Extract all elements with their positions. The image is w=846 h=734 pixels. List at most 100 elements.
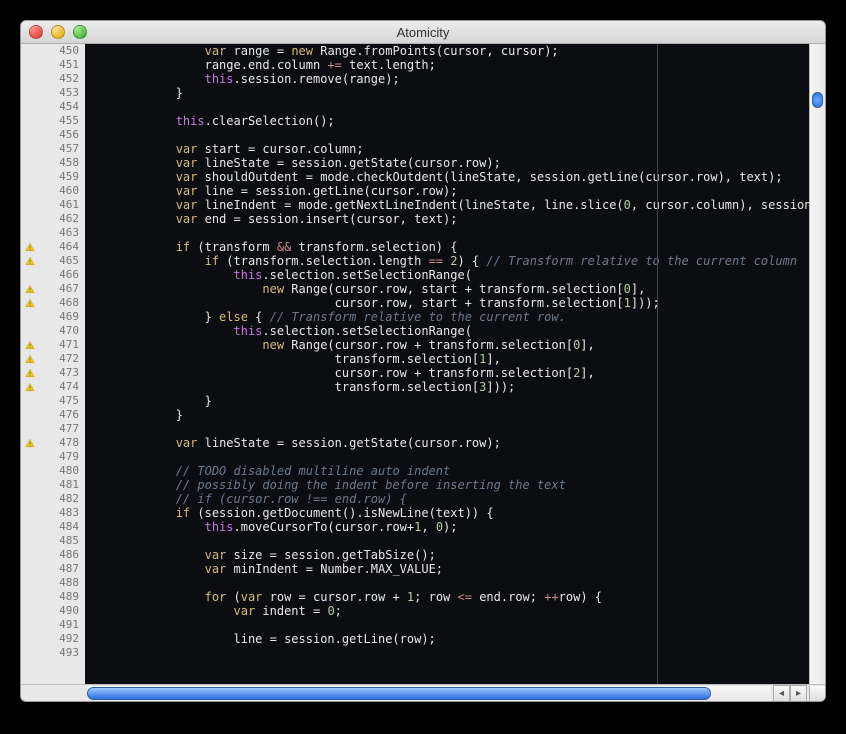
code-line[interactable]: cursor.row + transform.selection[2],	[89, 366, 825, 380]
line-number: 465	[23, 254, 79, 268]
code-line[interactable]: this.clearSelection();	[89, 114, 825, 128]
resize-corner[interactable]	[809, 686, 825, 701]
line-number: 453	[23, 86, 79, 100]
line-number: 477	[23, 422, 79, 436]
code-line[interactable]: this.session.remove(range);	[89, 72, 825, 86]
code-line[interactable]	[89, 450, 825, 464]
code-line[interactable]: // if (cursor.row !== end.row) {	[89, 492, 825, 506]
code-line[interactable]: cursor.row, start + transform.selection[…	[89, 296, 825, 310]
code-line[interactable]: if (transform && transform.selection) {	[89, 240, 825, 254]
line-number: 482	[23, 492, 79, 506]
code-line[interactable]: new Range(cursor.row + transform.selecti…	[89, 338, 825, 352]
code-line[interactable]: var shouldOutdent = mode.checkOutdent(li…	[89, 170, 825, 184]
code-line[interactable]	[89, 534, 825, 548]
code-line[interactable]: var line = session.getLine(cursor.row);	[89, 184, 825, 198]
line-number: 460	[23, 184, 79, 198]
code-line[interactable]: }	[89, 394, 825, 408]
scroll-right-icon[interactable]: ▸	[790, 685, 807, 702]
code-line[interactable]: var lineIndent = mode.getNextLineIndent(…	[89, 198, 825, 212]
line-number: 472	[23, 352, 79, 366]
line-number: 483	[23, 506, 79, 520]
code-line[interactable]	[89, 618, 825, 632]
code-line[interactable]: var start = cursor.column;	[89, 142, 825, 156]
code-line[interactable]: } else { // Transform relative to the cu…	[89, 310, 825, 324]
code-line[interactable]	[89, 100, 825, 114]
horizontal-scroll-thumb[interactable]	[87, 687, 711, 700]
code-area[interactable]: var range = new Range.fromPoints(cursor,…	[85, 44, 825, 684]
code-line[interactable]: var range = new Range.fromPoints(cursor,…	[89, 44, 825, 58]
line-number: 462	[23, 212, 79, 226]
minimize-icon[interactable]	[51, 25, 65, 39]
code-line[interactable]	[89, 422, 825, 436]
window-title: Atomicity	[21, 25, 825, 40]
line-number: 480	[23, 464, 79, 478]
line-number: 489	[23, 590, 79, 604]
code-line[interactable]: var size = session.getTabSize();	[89, 548, 825, 562]
code-line[interactable]: for (var row = cursor.row + 1; row <= en…	[89, 590, 825, 604]
warning-icon	[25, 368, 35, 378]
line-number: 461	[23, 198, 79, 212]
horizontal-scrollbar[interactable]	[87, 686, 771, 701]
code-line[interactable]	[89, 128, 825, 142]
code-line[interactable]: transform.selection[3]));	[89, 380, 825, 394]
zoom-icon[interactable]	[73, 25, 87, 39]
vertical-scrollbar[interactable]	[809, 44, 825, 684]
line-number: 475	[23, 394, 79, 408]
code-line[interactable]: this.selection.setSelectionRange(	[89, 324, 825, 338]
scroll-left-icon[interactable]: ◂	[773, 685, 790, 702]
editor-window: Atomicity 450451452453454455456457458459…	[20, 20, 826, 702]
code-line[interactable]	[89, 646, 825, 660]
warning-icon	[25, 242, 35, 252]
code-line[interactable]: var lineState = session.getState(cursor.…	[89, 436, 825, 450]
line-number: 486	[23, 548, 79, 562]
code-line[interactable]: }	[89, 86, 825, 100]
scroll-arrows: ◂ ▸	[773, 685, 809, 702]
code-line[interactable]: line = session.getLine(row);	[89, 632, 825, 646]
code-line[interactable]: // TODO disabled multiline auto indent	[89, 464, 825, 478]
line-number: 458	[23, 156, 79, 170]
line-number: 464	[23, 240, 79, 254]
warning-icon	[25, 256, 35, 266]
code-line[interactable]: this.moveCursorTo(cursor.row+1, 0);	[89, 520, 825, 534]
code-line[interactable]: // possibly doing the indent before inse…	[89, 478, 825, 492]
line-number: 451	[23, 58, 79, 72]
horizontal-scrollbar-area: ◂ ▸	[21, 684, 825, 701]
code-line[interactable]: }	[89, 408, 825, 422]
line-number: 493	[23, 646, 79, 660]
code-line[interactable]: if (session.getDocument().isNewLine(text…	[89, 506, 825, 520]
titlebar[interactable]: Atomicity	[21, 21, 825, 44]
line-number: 468	[23, 296, 79, 310]
code-line[interactable]	[89, 226, 825, 240]
close-icon[interactable]	[29, 25, 43, 39]
line-number: 471	[23, 338, 79, 352]
line-number: 473	[23, 366, 79, 380]
warning-icon	[25, 340, 35, 350]
code-line[interactable]: this.selection.setSelectionRange(	[89, 268, 825, 282]
code-line[interactable]: if (transform.selection.length == 2) { /…	[89, 254, 825, 268]
line-number: 470	[23, 324, 79, 338]
code-line[interactable]: var lineState = session.getState(cursor.…	[89, 156, 825, 170]
vertical-scroll-thumb[interactable]	[812, 92, 823, 108]
line-number: 455	[23, 114, 79, 128]
line-number: 478	[23, 436, 79, 450]
code-line[interactable]: var end = session.insert(cursor, text);	[89, 212, 825, 226]
code-line[interactable]: new Range(cursor.row, start + transform.…	[89, 282, 825, 296]
code-line[interactable]: range.end.column += text.length;	[89, 58, 825, 72]
code-line[interactable]	[89, 576, 825, 590]
line-number: 487	[23, 562, 79, 576]
code-editor[interactable]: 4504514524534544554564574584594604614624…	[21, 44, 825, 684]
code-line[interactable]: var minIndent = Number.MAX_VALUE;	[89, 562, 825, 576]
line-number: 485	[23, 534, 79, 548]
line-number: 459	[23, 170, 79, 184]
line-number: 452	[23, 72, 79, 86]
line-number: 454	[23, 100, 79, 114]
warning-icon	[25, 438, 35, 448]
code-line[interactable]: var indent = 0;	[89, 604, 825, 618]
line-number: 476	[23, 408, 79, 422]
line-number: 466	[23, 268, 79, 282]
line-number: 492	[23, 632, 79, 646]
warning-icon	[25, 284, 35, 294]
code-line[interactable]: transform.selection[1],	[89, 352, 825, 366]
line-number: 463	[23, 226, 79, 240]
line-number: 474	[23, 380, 79, 394]
